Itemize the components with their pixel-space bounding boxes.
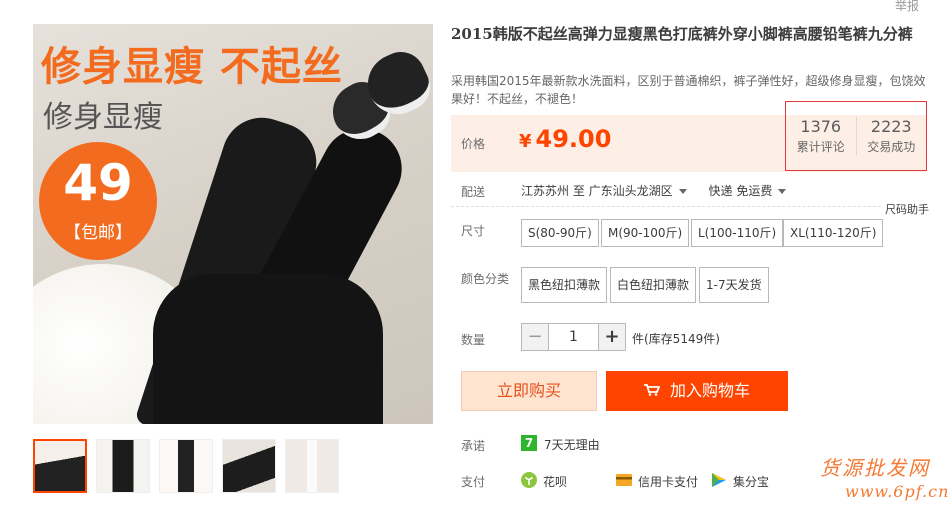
huabei-icon [521,472,537,488]
sales-label: 交易成功 [867,140,916,154]
sales-stats: 1376 累计评论 2223 交易成功 [785,101,927,171]
report-link[interactable]: 举报 [895,0,919,14]
size-option[interactable]: XL(110-120斤) [783,219,884,247]
cart-icon [643,384,660,396]
stock-text: 件(库存5149件) [632,332,720,346]
price-badge: 49 【包邮】 [39,142,157,260]
add-to-cart-button[interactable]: 加入购物车 [606,371,788,411]
image-body [153,274,383,424]
thumbnail-strip [33,439,348,493]
payment-label: 支付 [461,475,486,489]
size-label: 尺寸 [461,224,486,238]
badge-text: 【包邮】 [64,223,132,243]
sales-count: 2223 [870,117,912,136]
shipping-from: 江苏苏州 至 [521,184,585,198]
promise-text[interactable]: 7天无理由 [544,436,600,453]
thumbnail-image [160,440,212,492]
pay-method-credit-card: 信用卡支付 [638,475,699,489]
watermark-url: www.6pf.cn [845,482,949,501]
watermark-logo: 货源批发网 [820,456,930,480]
reviews-label: 累计评论 [796,140,845,154]
credit-card-icon [616,474,632,486]
shipping-label: 配送 [461,185,486,199]
shipping-method[interactable]: 快递 免运费 [709,184,787,198]
thumbnail-2[interactable] [96,439,150,493]
pay-method-jifenbao: 集分宝 [733,475,770,489]
color-option[interactable]: 1-7天发货 [699,267,769,303]
shipping-destination[interactable]: 广东汕头龙湖区 [589,184,687,198]
image-headline: 修身显瘦 不起丝 [41,44,343,90]
shipping-method-text: 快递 免运费 [708,184,773,198]
currency-symbol: ¥ [519,131,532,152]
seven-day-return-icon: 7 [521,435,537,451]
sales-stat: 2223 交易成功 [855,117,927,155]
color-option[interactable]: 白色纽扣薄款 [610,267,697,303]
reviews-count: 1376 [800,117,842,136]
shipping-row: 江苏苏州 至 广东汕头龙湖区 快递 免运费 [521,182,787,199]
pay-method-huabei: 花呗 [543,475,568,489]
buy-now-button[interactable]: 立即购买 [461,371,597,411]
size-helper-link[interactable]: 尺码助手 [883,201,929,217]
thumbnail-1[interactable] [33,439,87,493]
thumbnail-image [97,440,149,492]
add-to-cart-label: 加入购物车 [669,381,750,400]
thumbnail-image [286,440,338,492]
size-option[interactable]: S(80-90斤) [521,219,599,247]
size-option[interactable]: L(100-110斤) [691,219,784,247]
color-option[interactable]: 黑色纽扣薄款 [521,267,608,303]
thumbnail-image [223,440,275,492]
price-label: 价格 [461,137,486,151]
thumbnail-5[interactable] [285,439,339,493]
image-subline: 修身显瘦 [43,100,163,135]
main-product-image[interactable]: 修身显瘦 不起丝 修身显瘦 49 【包邮】 [33,24,433,424]
thumbnail-4[interactable] [222,439,276,493]
jifenbao-icon [712,473,726,487]
badge-number: 49 [63,154,133,212]
chevron-down-icon [678,189,687,194]
quantity-increase-button[interactable]: + [598,323,626,351]
size-option[interactable]: M(90-100斤) [601,219,690,247]
destination-text: 广东汕头龙湖区 [588,184,673,198]
reviews-stat[interactable]: 1376 累计评论 [786,117,856,155]
price-amount: 49.00 [535,125,612,153]
chevron-down-icon [778,189,787,194]
price-panel: 价格 ¥49.00 1376 累计评论 2223 交易成功 [451,101,927,172]
color-label: 颜色分类 [461,272,510,286]
thumbnail-image [35,441,85,491]
price-value: ¥49.00 [519,125,611,153]
thumbnail-3[interactable] [159,439,213,493]
quantity-decrease-button[interactable]: − [521,323,549,351]
divider [451,206,926,207]
product-title: 2015韩版不起丝高弹力显瘦黑色打底裤外穿小脚裤高腰铅笔裤九分裤 [451,25,913,43]
quantity-input[interactable]: 1 [549,323,598,351]
promise-label: 承诺 [461,439,486,453]
quantity-label: 数量 [461,333,486,347]
